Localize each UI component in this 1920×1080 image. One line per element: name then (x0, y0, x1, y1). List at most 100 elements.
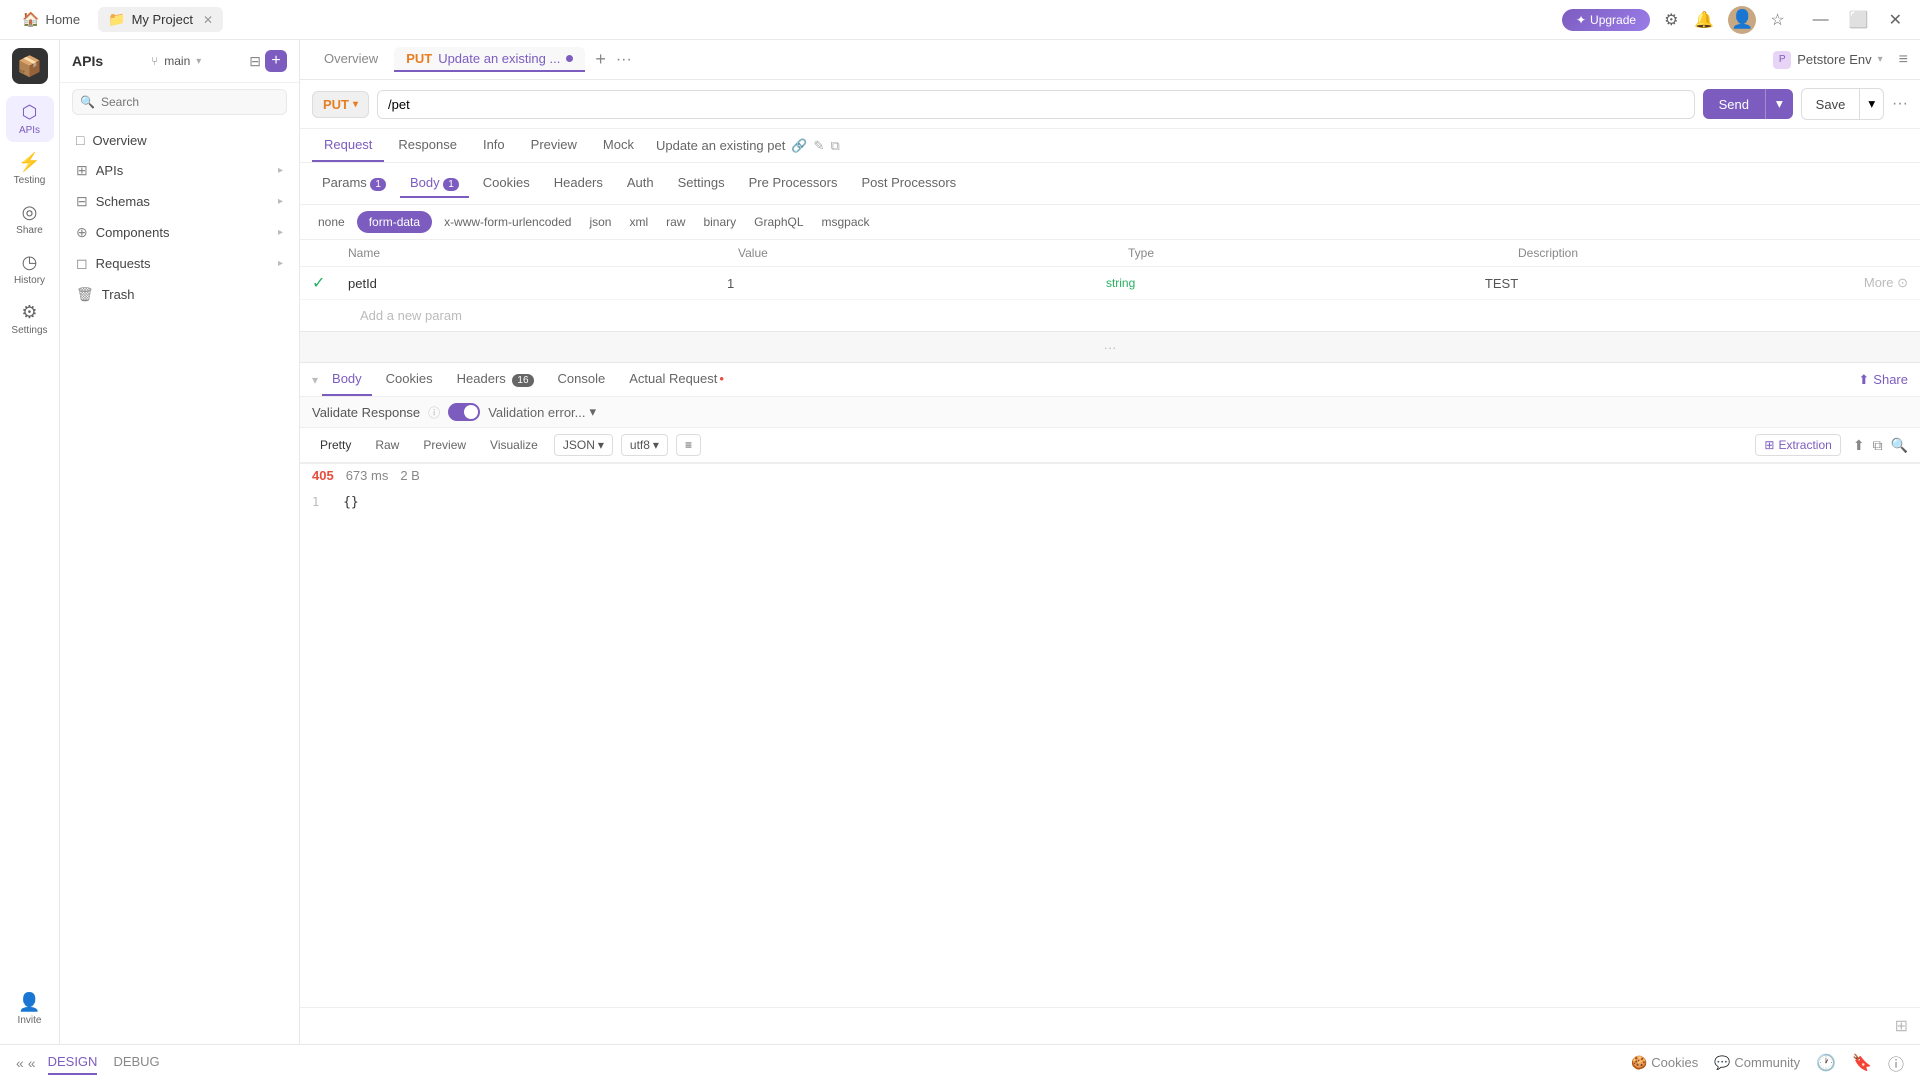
req-tab-preview[interactable]: Preview (519, 129, 589, 162)
bottom-clock-button[interactable]: 🕐 (1816, 1053, 1836, 1073)
body-tab-cookies[interactable]: Cookies (473, 169, 540, 198)
fmt-pretty[interactable]: Pretty (312, 434, 359, 456)
maximize-button[interactable]: ⬜ (1843, 8, 1875, 32)
more-options-button[interactable]: ··· (1892, 95, 1908, 113)
bell-icon-btn[interactable]: 🔔 (1692, 8, 1716, 32)
minimize-button[interactable]: — (1807, 9, 1835, 31)
overview-page-tab[interactable]: Overview (312, 47, 390, 72)
bottom-info-button[interactable]: ⓘ (1888, 1051, 1904, 1075)
format-none[interactable]: none (312, 212, 351, 232)
search-response-button[interactable]: 🔍 (1891, 437, 1908, 454)
settings-icon-btn[interactable]: ⚙ (1662, 8, 1680, 32)
collapse-sidebar-btn[interactable]: « « (16, 1055, 36, 1071)
search-input[interactable] (72, 89, 287, 115)
home-tab[interactable]: 🏠 Home (12, 7, 90, 32)
bottom-tab-debug[interactable]: DEBUG (113, 1050, 159, 1075)
req-tab-request[interactable]: Request (312, 129, 384, 162)
bottom-community-link[interactable]: 💬 Community (1714, 1055, 1800, 1071)
add-button[interactable]: + (265, 50, 287, 72)
nav-item-components[interactable]: ⊕ Components ▸ (60, 217, 299, 248)
resp-tab-cookies[interactable]: Cookies (376, 363, 443, 396)
body-tab-body[interactable]: Body 1 (400, 169, 469, 198)
copy-icon-btn[interactable]: ⧉ (830, 138, 839, 154)
format-msgpack[interactable]: msgpack (816, 212, 876, 232)
project-tab[interactable]: 📁 My Project ✕ (98, 7, 223, 32)
avatar[interactable]: 👤 (1728, 6, 1756, 34)
share-button[interactable]: ⬆ Share (1858, 372, 1908, 388)
resp-tab-actual-request[interactable]: Actual Request• (619, 363, 734, 396)
body-tab-preprocessors[interactable]: Pre Processors (739, 169, 848, 198)
fmt-preview[interactable]: Preview (415, 434, 474, 456)
nav-item-schemas[interactable]: ⊟ Schemas ▸ (60, 186, 299, 217)
branch-dropdown-icon[interactable]: ▾ (196, 56, 201, 67)
resp-tab-headers[interactable]: Headers 16 (447, 363, 544, 396)
format-json[interactable]: json (583, 212, 617, 232)
resp-tab-body[interactable]: Body (322, 363, 372, 396)
close-button[interactable]: ✕ (1883, 8, 1908, 32)
row-value[interactable]: 1 (727, 276, 1106, 291)
row-name[interactable]: petId (348, 276, 727, 291)
nav-item-requests[interactable]: ◻ Requests ▸ (60, 248, 299, 279)
branch-label[interactable]: main (164, 54, 190, 68)
body-tab-auth[interactable]: Auth (617, 169, 664, 198)
resp-tab-console[interactable]: Console (548, 363, 616, 396)
sidebar-item-invite[interactable]: 👤 Invite (6, 986, 54, 1032)
wrap-button[interactable]: ≡ (676, 434, 701, 456)
env-selector[interactable]: P Petstore Env ▾ (1765, 47, 1890, 73)
json-format-select[interactable]: JSON ▾ (554, 434, 613, 456)
grid-icon-button[interactable]: ⊞ (1895, 1016, 1908, 1036)
req-tab-info[interactable]: Info (471, 129, 517, 162)
format-graphql[interactable]: GraphQL (748, 212, 809, 232)
validate-toggle[interactable] (448, 403, 480, 421)
sidebar-item-history[interactable]: ◷ History (6, 246, 54, 292)
bottom-cookies-link[interactable]: 🍪 Cookies (1631, 1055, 1698, 1071)
body-tab-postprocessors[interactable]: Post Processors (852, 169, 967, 198)
copy-response-button[interactable]: ⧉ (1873, 437, 1883, 454)
save-dropdown-button[interactable]: ▾ (1860, 88, 1884, 120)
row-description[interactable]: TEST (1485, 276, 1864, 291)
body-tab-headers[interactable]: Headers (544, 169, 613, 198)
bottom-tab-design[interactable]: DESIGN (48, 1050, 98, 1075)
method-select[interactable]: PUT ▾ (312, 91, 369, 118)
encoding-select[interactable]: utf8 ▾ (621, 434, 668, 456)
save-button[interactable]: Save (1801, 88, 1861, 120)
collapse-response-icon[interactable]: ▾ (312, 373, 318, 387)
upgrade-button[interactable]: ✦ Upgrade (1562, 9, 1650, 31)
sidebar-item-testing[interactable]: ⚡ Testing (6, 146, 54, 192)
add-param-row[interactable]: Add a new param (300, 300, 1920, 331)
bottom-bookmark-button[interactable]: 🔖 (1852, 1053, 1872, 1073)
code-editor[interactable]: 1 {} (300, 487, 1920, 1007)
format-form-data[interactable]: form-data (357, 211, 432, 233)
row-check-icon[interactable]: ✓ (312, 273, 348, 293)
body-tab-params[interactable]: Params 1 (312, 169, 396, 198)
req-tab-response[interactable]: Response (386, 129, 469, 162)
send-dropdown-button[interactable]: ▾ (1765, 89, 1793, 119)
collapse-button[interactable]: ≡ (1899, 51, 1908, 69)
more-tabs-button[interactable]: ··· (616, 51, 632, 69)
sidebar-item-settings[interactable]: ⚙ Settings (6, 296, 54, 342)
format-binary[interactable]: binary (697, 212, 742, 232)
format-raw[interactable]: raw (660, 212, 691, 232)
nav-item-trash[interactable]: 🗑 Trash (60, 279, 299, 310)
extraction-button[interactable]: ⊞ Extraction (1755, 434, 1840, 456)
add-tab-button[interactable]: + (589, 49, 612, 70)
project-close-icon[interactable]: ✕ (203, 13, 213, 27)
send-button[interactable]: Send (1703, 89, 1765, 119)
row-more-icon[interactable]: More ⊙ (1864, 275, 1908, 291)
bookmark-icon-btn[interactable]: ☆ (1768, 8, 1786, 32)
fmt-raw[interactable]: Raw (367, 434, 407, 456)
link-icon[interactable]: 🔗 (791, 138, 807, 154)
validation-error-section[interactable]: Validation error... ▾ (488, 404, 596, 420)
req-tab-mock[interactable]: Mock (591, 129, 646, 162)
fmt-visualize[interactable]: Visualize (482, 434, 546, 456)
nav-item-apis[interactable]: ⊞ APIs ▸ (60, 155, 299, 186)
body-tab-settings[interactable]: Settings (668, 169, 735, 198)
export-button[interactable]: ⬆ (1853, 437, 1865, 454)
active-page-tab[interactable]: PUT Update an existing ... (394, 47, 585, 72)
format-xml[interactable]: xml (623, 212, 654, 232)
nav-item-overview[interactable]: □ Overview (60, 125, 299, 155)
edit-icon[interactable]: ✎ (814, 138, 825, 154)
divider-bar[interactable]: ··· (300, 331, 1920, 363)
url-input[interactable] (377, 90, 1695, 119)
sidebar-item-apis[interactable]: ⬡ APIs (6, 96, 54, 142)
